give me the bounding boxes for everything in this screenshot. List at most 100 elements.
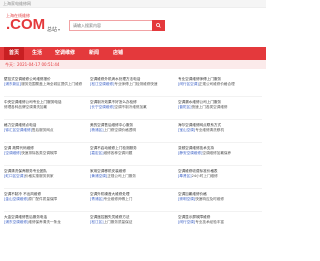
listing-category[interactable]: [浦东新区] (4, 82, 21, 86)
nav-item-news[interactable]: 新闻 (84, 47, 104, 60)
listing-desc-text: 专业技术经验丰富 (195, 220, 224, 224)
listing-desc-text: 价格实惠服务到家 (24, 174, 54, 178)
listing-category[interactable]: [普陀区] (178, 105, 192, 109)
listing-category[interactable]: [闵行空调] (178, 220, 195, 224)
listing-category[interactable]: [杨浦区] (90, 128, 104, 132)
listing-desc: [浦东空调维修]维修保养清洗一条龙 (4, 220, 86, 225)
listing-desc: [黄浦空调]正规公司上门服务 (90, 174, 172, 179)
listing-desc-text: 专业维修师傅上门 (103, 197, 133, 201)
listing-desc: [嘉定区]维修各种空调问题 (90, 151, 172, 156)
chevron-down-icon: ▾ (58, 27, 61, 32)
listing-category[interactable]: [静安空调维修] (178, 151, 202, 155)
listing-category[interactable]: [虹口区空调] (4, 174, 25, 178)
listing-desc: [闵行空调]专业技术经验丰富 (178, 220, 260, 225)
listing-card[interactable]: 变频空调维修技术支持 [静安空调维修]空调维修加氟保养 (178, 146, 260, 156)
listing-card[interactable]: 空调维修外机滴水处理方法电话 [松江空调维修]专业师傅上门检测维修快速 (90, 77, 172, 87)
listing-category[interactable]: [青浦区] (90, 197, 104, 201)
listing-category[interactable]: [徐汇区空调维修] (4, 128, 32, 132)
nav-item-life[interactable]: 生活 (27, 47, 47, 60)
listing-desc-text: 服务范围覆盖上海全城区提供上门维修 (21, 82, 83, 86)
nav-item-home[interactable]: 首页 (4, 47, 25, 60)
listing-card[interactable]: 空调 故障代码维修 [空调维修]快速排除各类空调故障 (4, 146, 86, 156)
listing-desc: [静安空调维修]空调维修加氟保养 (178, 151, 260, 156)
listing-card[interactable]: 壁挂式空调维修公司维修报价 [浦东新区]服务范围覆盖上海全城区提供上门维修 (4, 77, 86, 87)
listing-category[interactable]: [奉贤区] (178, 174, 192, 178)
listing-card[interactable]: 大金空调维修售后服务电话 [浦东空调维修]维修保养清洗一条龙 (4, 215, 86, 225)
listing-desc-text: 空调维修加氟保养 (202, 151, 232, 155)
row-divider (4, 165, 262, 166)
listing-card[interactable]: 空调清洗保养服务专业团队 [虹口区空调]价格实惠服务到家 (4, 169, 86, 179)
listing-desc-text: 维修保养清洗一条龙 (28, 220, 61, 224)
listing-category[interactable]: [黄浦空调] (90, 174, 107, 178)
listing-desc: [浦东新区]服务范围覆盖上海全城区提供上门维修 (4, 82, 86, 87)
listing-desc: [宝山空调]专业维修清洗移机 (178, 128, 260, 133)
nav-item-shops[interactable]: 店铺 (108, 47, 128, 60)
listing-card[interactable]: 家用空调移机安装维修 [黄浦空调]正规公司上门服务 (90, 169, 172, 179)
listing-desc-text: 专业师傅上门检测维修快速 (114, 82, 158, 86)
listing-category[interactable]: [空调维修] (4, 151, 21, 155)
listing-desc-text: 上门服务质量保证 (103, 220, 133, 224)
listing-card[interactable]: 空调漏水维修公司上门服务 [普陀区]快速上门各类空调维修 (178, 100, 260, 110)
row-divider (4, 96, 262, 97)
listing-desc: [虹口区空调]价格实惠服务到家 (4, 174, 86, 179)
listing-card[interactable]: 美的空调售后维修中心服务 [杨浦区]上门修空调价格透明 (90, 123, 172, 133)
listing-desc-text: 正规公司上门服务 (107, 174, 136, 178)
listing-category[interactable]: [金山空调维修] (4, 197, 28, 201)
listing-desc: [金山空调维修]原厂配件质量保障 (4, 197, 86, 202)
search-box (69, 20, 165, 31)
listing-card[interactable]: 空调显示屏故障维修 [闵行空调]专业技术经验丰富 (178, 215, 260, 225)
listing-category[interactable]: [浦东空调维修] (4, 220, 28, 224)
listing-desc-text: 专业维修清洗移机 (195, 128, 224, 132)
listing-card[interactable]: 空调加氟维修价格 [崇明空调]快速响应及时维修 (178, 192, 260, 202)
city-name: 总站 (47, 27, 58, 33)
date-bar: 今天：2021-04-17 00:51:44 (0, 60, 266, 69)
listing-desc-text: 正规公司维修价格合理 (198, 82, 235, 86)
listing-category[interactable]: [崇明空调] (178, 197, 195, 201)
listing-card[interactable]: 空调外机噪音大维修处理 [青浦区]专业维修师傅上门 (90, 192, 172, 202)
row-divider (4, 142, 262, 143)
listing-desc: [奉贤区]24小时上门维修 (178, 174, 260, 179)
listing-desc-text: 原厂配件质量保障 (28, 197, 58, 201)
search-icon (156, 23, 161, 28)
listing-desc-text: 维修各种空调问题 (103, 151, 133, 155)
listing-card[interactable]: 专业空调维修师傅上门服务 [闵行区空调]正规公司维修价格合理 (178, 77, 260, 87)
listing-desc: 修理各种品牌空调清洗加氟 (4, 105, 86, 110)
listing-category[interactable]: [闵行区空调] (178, 82, 199, 86)
listing-category[interactable]: [嘉定区] (90, 151, 104, 155)
listing-desc: [普陀区]快速上门各类空调维修 (178, 105, 260, 110)
listing-category[interactable]: [宝山空调] (178, 128, 195, 132)
listing-desc-text: 空调不制冷维修加氟 (114, 105, 147, 109)
listing-desc-text: 售后服务网点 (31, 128, 54, 132)
listing-desc: [长宁空调维修]空调不制冷维修加氟 (90, 105, 172, 110)
listing-card[interactable]: 空调维修收费标准价格表 [奉贤区]24小时上门维修 (178, 169, 260, 179)
listing-desc: [杨浦区]上门修空调价格透明 (90, 128, 172, 133)
site-logo[interactable]: 上海在线维修 .COM (6, 13, 46, 33)
listing-card[interactable]: 格力空调维修点电话 [徐汇区空调维修]售后服务网点 (4, 123, 86, 133)
city-selector[interactable]: 总站▾ (47, 26, 60, 33)
listing-card[interactable]: 空调遥控器失灵维修方法 [松江区]上门服务质量保证 (90, 215, 172, 225)
search-button[interactable] (152, 20, 165, 31)
listing-desc: [崇明空调]快速响应及时维修 (178, 197, 260, 202)
nav-item-ac-repair[interactable]: 空调维修 (50, 47, 80, 60)
listing-category[interactable]: [松江区] (90, 220, 104, 224)
listing-desc: [松江空调维修]专业师傅上门检测维修快速 (90, 82, 172, 87)
search-input[interactable] (73, 22, 153, 29)
current-date: 今天：2021-04-17 00:51:44 (5, 62, 60, 67)
listing-desc-text: 快速响应及时维修 (195, 197, 224, 201)
listing-card[interactable]: 空调不启动维修上门检测服务 [嘉定区]维修各种空调问题 (90, 146, 172, 156)
listing-desc-text: 快速排除各类空调故障 (21, 151, 58, 155)
listing-card[interactable]: 海尔空调维修网点联系方式 [宝山空调]专业维修清洗移机 (178, 123, 260, 133)
row-divider (4, 188, 262, 189)
listing-card[interactable]: 中央空调维修公司专业上门服务电话 修理各种品牌空调清洗加氟 (4, 100, 86, 110)
listing-desc: [青浦区]专业维修师傅上门 (90, 197, 172, 202)
listing-category[interactable]: [长宁空调维修] (90, 105, 114, 109)
logo-text: .COM (6, 16, 46, 33)
listing-desc-text: 24小时上门维修 (191, 174, 218, 178)
listing-desc-text: 快速上门各类空调维修 (191, 105, 228, 109)
listing-category[interactable]: [松江空调维修] (90, 82, 114, 86)
row-divider (4, 211, 262, 212)
listing-card[interactable]: 空调制冷效果不好怎么办检修 [长宁空调维修]空调不制冷维修加氟 (90, 100, 172, 110)
main-nav: 首页 生活 空调维修 新闻 店铺 (0, 47, 266, 60)
top-strip-text: 上海家电维修网 (3, 1, 31, 6)
listing-card[interactable]: 空调不制冷 不出风维修 [金山空调维修]原厂配件质量保障 (4, 192, 86, 202)
